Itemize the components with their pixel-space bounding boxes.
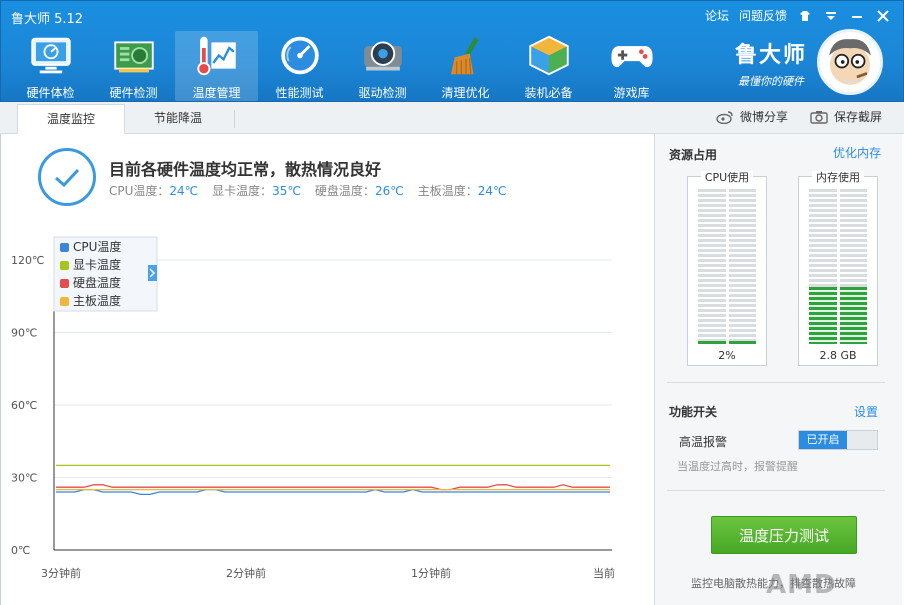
x-tick-label: 当前	[593, 566, 615, 580]
menu-icon[interactable]	[823, 8, 839, 24]
title-bar: 鲁大师 5.12 论坛 问题反馈 硬件体检 硬件检测 温度管理 性能测试 驱动检…	[0, 0, 904, 102]
nav-cleanup[interactable]: 清理优化	[424, 31, 507, 101]
tab-energy-saving[interactable]: 节能降温	[124, 104, 232, 134]
mascot-avatar[interactable]	[817, 29, 883, 95]
close-icon[interactable]	[875, 8, 891, 24]
temperature-stress-test-button[interactable]: 温度压力测试	[711, 516, 857, 554]
x-tick-label: 3分钟前	[41, 566, 81, 580]
memory-gauge-fill-left	[809, 286, 837, 344]
circuit-board-icon	[113, 41, 154, 73]
save-screenshot-button[interactable]: 保存截屏	[810, 108, 882, 125]
memory-usage-label: 内存使用	[812, 171, 864, 184]
feedback-link[interactable]: 问题反馈	[739, 7, 787, 24]
legend-swatch	[60, 243, 69, 252]
high-temp-alarm-toggle[interactable]: 已开启	[798, 430, 878, 450]
side-panel: 资源占用 优化内存 CPU使用 2% 内存使用 2.8 GB 功能开关 设置 高…	[654, 134, 902, 605]
tab-temperature-monitor[interactable]: 温度监控	[17, 104, 125, 134]
cpu-temp-readout: CPU温度：24℃	[109, 184, 199, 198]
amd-watermark: AMD	[766, 570, 837, 600]
forum-link[interactable]: 论坛	[705, 7, 729, 24]
brand-slogan: 最懂你的硬件	[737, 75, 804, 88]
memory-gauge-fill-right	[839, 286, 867, 344]
temperature-chart: 0℃ 30℃ 60℃ 90℃ 120℃ 3分钟前 2分钟前 1分钟前 当前 CPU温度显卡温度硬盘…	[11, 236, 615, 580]
gamepad-icon	[610, 46, 653, 68]
app-title: 鲁大师 5.12	[11, 12, 84, 27]
legend-collapse-handle	[148, 265, 157, 281]
legend-swatch	[60, 261, 69, 270]
brand: 鲁大师 最懂你的硬件	[735, 37, 807, 89]
legend-label: 硬盘温度	[73, 275, 121, 290]
status-temps: CPU温度：24℃ 显卡温度：35℃ 硬盘温度：26℃ 主板温度：24℃	[109, 182, 506, 199]
section-divider	[667, 490, 885, 491]
legend-label: 显卡温度	[73, 257, 121, 272]
y-tick-label: 60℃	[11, 399, 37, 412]
broom-icon	[450, 37, 479, 75]
nav-temperature[interactable]: 温度管理	[175, 31, 258, 101]
legend-label: CPU温度	[73, 239, 121, 254]
camera-icon	[810, 110, 828, 124]
section-divider	[667, 382, 885, 383]
resources-title: 资源占用	[669, 148, 718, 162]
legend-swatch	[60, 279, 69, 288]
window-controls: 论坛 问题反馈	[705, 7, 891, 24]
legend-label: 主板温度	[73, 293, 121, 308]
memory-usage-value: 2.8 GB	[819, 349, 857, 362]
series-line-0	[56, 488, 610, 496]
nav-essentials[interactable]: 装机必备	[507, 31, 590, 101]
nav-hardware-checkup[interactable]: 硬件体检	[9, 31, 92, 101]
monitor-check-icon	[30, 37, 71, 74]
main-nav: 硬件体检 硬件检测 温度管理 性能测试 驱动检测 清理优化 装机必备 游戏库	[9, 31, 673, 101]
settings-link[interactable]: 设置	[854, 403, 878, 420]
x-tick-label: 1分钟前	[411, 566, 451, 580]
optimize-memory-link[interactable]: 优化内存	[833, 144, 881, 161]
series-line-2	[56, 484, 610, 491]
y-tick-label: 0℃	[11, 544, 30, 557]
brand-name: 鲁大师	[734, 43, 807, 68]
cpu-usage-gauge: CPU使用 2%	[687, 171, 767, 366]
functions-title: 功能开关	[669, 405, 718, 419]
status-ok-icon	[38, 148, 96, 206]
weibo-share-button[interactable]: 微博分享	[716, 108, 788, 125]
speedometer-icon	[280, 36, 319, 75]
cpu-usage-value: 2%	[718, 349, 736, 362]
y-tick-label: 30℃	[11, 472, 37, 485]
weibo-icon	[716, 110, 733, 124]
x-tick-label: 2分钟前	[226, 566, 266, 580]
cpu-usage-label: CPU使用	[700, 171, 754, 184]
thermometer-chart-icon	[196, 36, 236, 76]
status-title: 目前各硬件温度均正常，散热情况良好	[109, 160, 382, 179]
temperature-monitor-panel: 目前各硬件温度均正常，散热情况良好 CPU温度：24℃ 显卡温度：35℃ 硬盘温…	[0, 134, 654, 605]
gpu-temp-readout: 显卡温度：35℃	[212, 184, 301, 198]
tab-divider	[234, 110, 235, 128]
disk-temp-readout: 硬盘温度：26℃	[314, 184, 404, 198]
toggle-state: 已开启	[799, 431, 847, 449]
high-temp-alarm-label: 高温报警	[679, 435, 728, 449]
nav-performance[interactable]: 性能测试	[258, 31, 341, 101]
cpu-gauge-fill-right	[728, 340, 756, 344]
cpu-gauge-fill-left	[698, 340, 726, 344]
y-tick-label: 90℃	[11, 327, 37, 340]
skin-icon[interactable]	[797, 8, 813, 24]
cube-icon	[528, 35, 569, 76]
alarm-description: 当温度过高时，报警提醒	[677, 460, 798, 473]
nav-driver[interactable]: 驱动检测	[341, 31, 424, 101]
gear-chip-icon	[363, 41, 402, 71]
legend-swatch	[60, 297, 69, 306]
board-temp-readout: 主板温度：24℃	[417, 184, 507, 198]
nav-hardware-detect[interactable]: 硬件检测	[92, 31, 175, 101]
nav-games[interactable]: 游戏库	[590, 31, 673, 101]
minimize-icon[interactable]	[849, 8, 865, 24]
memory-usage-gauge: 内存使用 2.8 GB	[798, 171, 878, 366]
y-tick-label: 120℃	[11, 254, 44, 267]
